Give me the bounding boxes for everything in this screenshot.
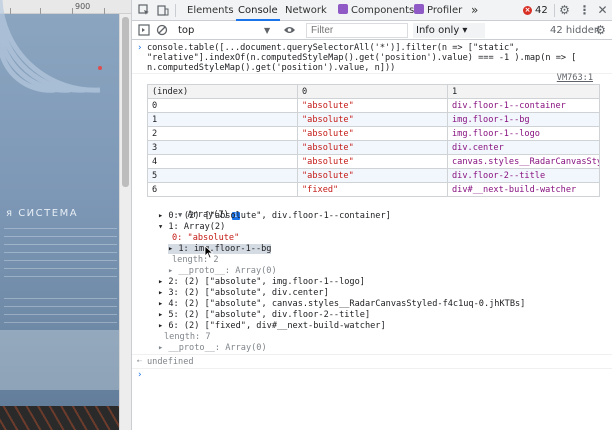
preview-glow	[0, 330, 119, 390]
position-value: "absolute"	[297, 126, 448, 141]
react-extension-icon	[338, 4, 348, 14]
element-ref[interactable]: img.floor-1--bg	[447, 112, 600, 127]
table-row: 4"absolute"canvas.styles__RadarCanvasSty…	[147, 154, 600, 169]
tree-item[interactable]: ▸ 4: (2) ["absolute", canvas.styles__Rad…	[158, 299, 525, 309]
tree-item[interactable]: ▸ __proto__: Array(0)	[168, 266, 277, 276]
preview-heading: я СИСТЕМА	[6, 208, 79, 219]
command-line-1: console.table([...document.querySelector…	[147, 43, 520, 53]
preview-scroll-thumb[interactable]	[122, 17, 129, 187]
tree-item[interactable]: ▸ 2: (2) ["absolute", img.floor-1--logo]	[158, 277, 365, 287]
console-table: (index) 0 1 0 "absolute" div.floor-1--cont…	[147, 84, 600, 197]
position-value: "absolute"	[297, 112, 448, 127]
console-settings-gear-icon[interactable]: ⚙	[594, 24, 607, 37]
error-count[interactable]: 42	[535, 0, 548, 21]
clear-console-icon[interactable]	[155, 24, 168, 37]
row-index: 6	[147, 182, 298, 197]
row-index: 4	[147, 154, 298, 169]
table-header-row: (index) 0 1	[147, 84, 600, 99]
tree-item[interactable]: ▸ 6: (2) ["fixed", div#__next-build-watc…	[158, 321, 386, 331]
console-input[interactable]	[147, 370, 587, 382]
close-icon[interactable]: ✕	[596, 4, 609, 17]
more-options-icon[interactable]: ⋮	[578, 4, 591, 17]
row-index: 5	[147, 168, 298, 183]
source-link[interactable]: VM763:1	[557, 73, 593, 83]
gear-icon[interactable]: ⚙	[558, 4, 571, 17]
table-row: 1 "absolute" img.floor-1--bg	[147, 112, 600, 127]
element-ref[interactable]: div.center	[447, 140, 600, 155]
more-tabs-button[interactable]: »	[471, 0, 478, 21]
filter-input[interactable]	[306, 23, 408, 38]
tree-item: 0: "absolute"	[172, 233, 240, 243]
hidden-messages-count: 42 hidden	[550, 25, 601, 36]
element-ref[interactable]: div#__next-build-watcher	[447, 182, 600, 197]
page-preview: 900 я СИСТЕМА	[0, 0, 131, 430]
inspect-element-icon[interactable]	[137, 4, 150, 17]
tab-components[interactable]: Components	[338, 0, 414, 21]
tree-item[interactable]: ▾ 1: Array(2)	[158, 222, 225, 232]
preview-scrollbar[interactable]	[119, 14, 131, 430]
device-toolbar-icon[interactable]	[156, 4, 169, 17]
log-levels-select[interactable]: Info only ▾	[413, 23, 485, 38]
tree-item-highlighted[interactable]: ▸ 1: img.floor-1--bg	[168, 244, 272, 254]
tab-elements[interactable]: Elements	[187, 0, 234, 21]
element-ref[interactable]: img.floor-1--logo	[447, 126, 600, 141]
tab-console[interactable]: Console	[236, 0, 280, 21]
row-index: 0	[147, 98, 298, 113]
tab-profiler[interactable]: Profiler	[414, 0, 462, 21]
tree-item[interactable]: ▸ __proto__: Array(0)	[158, 343, 267, 353]
column-header[interactable]: 1	[447, 84, 600, 99]
chevron-down-icon[interactable]: ▼	[264, 23, 270, 38]
row-index: 3	[147, 140, 298, 155]
position-value: "absolute"	[297, 154, 448, 169]
table-row: 2 "absolute" img.floor-1--logo	[147, 126, 600, 141]
console-toolbar: top ▼ Info only ▾ 42 hidden ⚙	[132, 21, 612, 40]
tree-item[interactable]: ▸ 3: (2) ["absolute", div.center]	[158, 288, 329, 298]
react-extension-icon	[414, 4, 424, 14]
command-line-2: "relative"].indexOf(n.computedStyleMap()…	[147, 53, 577, 63]
sidebar-toggle-icon[interactable]	[137, 24, 150, 37]
preview-footer-pattern	[0, 406, 119, 430]
devtools-tabbar: Elements Console Network Components Prof…	[132, 0, 612, 21]
column-header[interactable]: 0	[297, 84, 448, 99]
row-index: 2	[147, 126, 298, 141]
table-row: 6 "fixed" div#__next-build-watcher	[147, 182, 600, 197]
position-value: "absolute"	[297, 168, 448, 183]
element-ref[interactable]: div.floor-1--container	[447, 98, 600, 113]
tab-network[interactable]: Network	[285, 0, 327, 21]
return-arrow-icon: ⇠	[137, 356, 142, 365]
table-row: 5 "absolute" div.floor-2--title	[147, 168, 600, 183]
row-index: 1	[147, 112, 298, 127]
error-icon[interactable]: ×	[523, 6, 532, 15]
position-value: "absolute"	[297, 98, 448, 113]
column-header[interactable]: (index)	[147, 84, 298, 99]
command-line-3: n.computedStyleMap().get('position').val…	[147, 63, 396, 73]
tab-profiler-label: Profiler	[427, 5, 463, 16]
eye-icon[interactable]	[283, 24, 296, 37]
position-value: "absolute"	[297, 140, 448, 155]
input-prompt-icon: ›	[137, 43, 143, 53]
tab-components-label: Components	[351, 5, 415, 16]
table-row: 0 "absolute" div.floor-1--container	[147, 98, 600, 113]
devtools-panel: Elements Console Network Components Prof…	[131, 0, 612, 430]
console-output: › console.table([...document.querySelect…	[132, 40, 612, 430]
position-value: "fixed"	[297, 182, 448, 197]
table-row: 3 "absolute" div.center	[147, 140, 600, 155]
tree-item[interactable]: ▸ 5: (2) ["absolute", div.floor-2--title…	[158, 310, 370, 320]
context-select[interactable]: top	[174, 23, 276, 38]
mouse-cursor-icon	[204, 245, 214, 259]
input-prompt-icon[interactable]: ›	[137, 370, 142, 380]
radar-graphic	[0, 0, 102, 93]
tree-item[interactable]: ▸ 0: (2) ["absolute", div.floor-1--conta…	[158, 211, 391, 221]
element-ref[interactable]: div.floor-2--title	[447, 168, 600, 183]
element-ref[interactable]: canvas.styles__RadarCanvasStyled-f4c1uq-…	[447, 154, 600, 169]
tree-item: length: 7	[164, 332, 211, 342]
result-value: undefined	[147, 357, 194, 367]
